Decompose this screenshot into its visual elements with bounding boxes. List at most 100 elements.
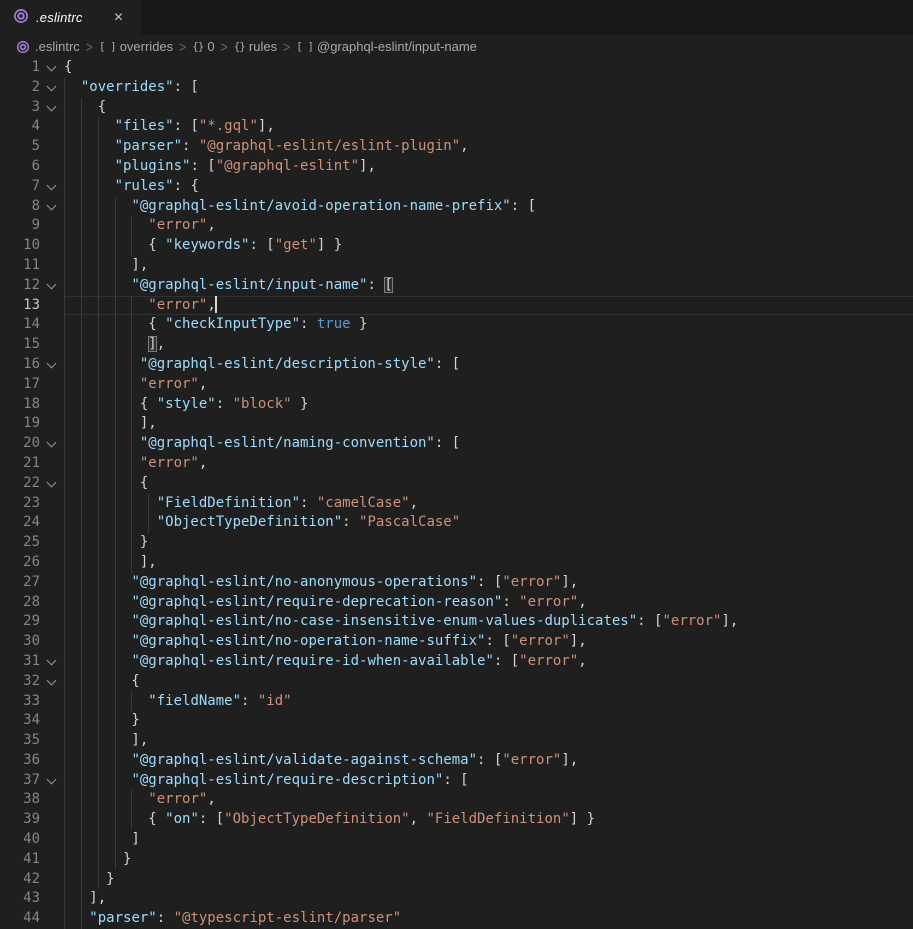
code-line[interactable]: 19 ], — [0, 414, 913, 434]
line-number[interactable]: 8 — [0, 197, 40, 217]
line-number[interactable]: 6 — [0, 157, 40, 177]
code-line[interactable]: 33 "fieldName": "id" — [0, 692, 913, 712]
code-line[interactable]: 7 "rules": { — [0, 177, 913, 197]
line-number[interactable]: 10 — [0, 236, 40, 256]
line-number[interactable]: 20 — [0, 434, 40, 454]
line-number[interactable]: 19 — [0, 414, 40, 434]
line-number[interactable]: 5 — [0, 137, 40, 157]
line-number[interactable]: 41 — [0, 850, 40, 870]
code-line[interactable]: 31 "@graphql-eslint/require-id-when-avai… — [0, 652, 913, 672]
fold-chevron-icon[interactable] — [40, 98, 64, 118]
fold-chevron-icon[interactable] — [40, 58, 64, 78]
code-line[interactable]: 42 } — [0, 870, 913, 890]
code-line[interactable]: 41 } — [0, 850, 913, 870]
code-line[interactable]: 4 "files": ["*.gql"], — [0, 117, 913, 137]
breadcrumb-item-overrides[interactable]: [ ]overrides — [99, 39, 173, 54]
line-number[interactable]: 3 — [0, 98, 40, 118]
line-number[interactable]: 33 — [0, 692, 40, 712]
code-line[interactable]: 8 "@graphql-eslint/avoid-operation-name-… — [0, 197, 913, 217]
code-line[interactable]: 35 ], — [0, 731, 913, 751]
line-number[interactable]: 2 — [0, 78, 40, 98]
line-number[interactable]: 30 — [0, 632, 40, 652]
code-line[interactable]: 13 "error", — [0, 296, 913, 316]
fold-chevron-icon[interactable] — [40, 276, 64, 296]
line-number[interactable]: 42 — [0, 870, 40, 890]
line-number[interactable]: 40 — [0, 830, 40, 850]
line-number[interactable]: 27 — [0, 573, 40, 593]
code-line[interactable]: 39 { "on": ["ObjectTypeDefinition", "Fie… — [0, 810, 913, 830]
line-number[interactable]: 7 — [0, 177, 40, 197]
code-line[interactable]: 26 ], — [0, 553, 913, 573]
line-number[interactable]: 34 — [0, 711, 40, 731]
line-number[interactable]: 29 — [0, 612, 40, 632]
code-line[interactable]: 28 "@graphql-eslint/require-deprecation-… — [0, 593, 913, 613]
line-number[interactable]: 1 — [0, 58, 40, 78]
code-line[interactable]: 10 { "keywords": ["get"] } — [0, 236, 913, 256]
code-line[interactable]: 16 "@graphql-eslint/description-style": … — [0, 355, 913, 375]
breadcrumb-item-0[interactable]: {}0 — [192, 39, 214, 54]
line-number[interactable]: 24 — [0, 513, 40, 533]
code-line[interactable]: 18 { "style": "block" } — [0, 395, 913, 415]
code-line[interactable]: 12 "@graphql-eslint/input-name": [ — [0, 276, 913, 296]
line-number[interactable]: 9 — [0, 216, 40, 236]
code-line[interactable]: 34 } — [0, 711, 913, 731]
fold-chevron-icon[interactable] — [40, 434, 64, 454]
code-line[interactable]: 25 } — [0, 533, 913, 553]
line-number[interactable]: 36 — [0, 751, 40, 771]
breadcrumb-item--eslintrc[interactable]: .eslintrc — [16, 39, 80, 54]
code-line[interactable]: 21 "error", — [0, 454, 913, 474]
line-number[interactable]: 35 — [0, 731, 40, 751]
code-line[interactable]: 37 "@graphql-eslint/require-description"… — [0, 771, 913, 791]
code-line[interactable]: 24 "ObjectTypeDefinition": "PascalCase" — [0, 513, 913, 533]
code-line[interactable]: 2 "overrides": [ — [0, 78, 913, 98]
line-number[interactable]: 25 — [0, 533, 40, 553]
code-line[interactable]: 6 "plugins": ["@graphql-eslint"], — [0, 157, 913, 177]
line-number[interactable]: 4 — [0, 117, 40, 137]
code-line[interactable]: 32 { — [0, 672, 913, 692]
code-line[interactable]: 20 "@graphql-eslint/naming-convention": … — [0, 434, 913, 454]
line-number[interactable]: 39 — [0, 810, 40, 830]
line-number[interactable]: 13 — [0, 296, 40, 316]
fold-chevron-icon[interactable] — [40, 652, 64, 672]
fold-chevron-icon[interactable] — [40, 474, 64, 494]
line-number[interactable]: 37 — [0, 771, 40, 791]
line-number[interactable]: 11 — [0, 256, 40, 276]
line-number[interactable]: 17 — [0, 375, 40, 395]
code-line[interactable]: 40 ] — [0, 830, 913, 850]
fold-chevron-icon[interactable] — [40, 197, 64, 217]
code-line[interactable]: 11 ], — [0, 256, 913, 276]
line-number[interactable]: 32 — [0, 672, 40, 692]
fold-chevron-icon[interactable] — [40, 771, 64, 791]
code-line[interactable]: 17 "error", — [0, 375, 913, 395]
code-editor[interactable]: 1{2 "overrides": [3 {4 "files": ["*.gql"… — [0, 58, 913, 929]
line-number[interactable]: 18 — [0, 395, 40, 415]
code-line[interactable]: 9 "error", — [0, 216, 913, 236]
code-line[interactable]: 14 { "checkInputType": true } — [0, 315, 913, 335]
line-number[interactable]: 21 — [0, 454, 40, 474]
code-line[interactable]: 29 "@graphql-eslint/no-case-insensitive-… — [0, 612, 913, 632]
code-line[interactable]: 27 "@graphql-eslint/no-anonymous-operati… — [0, 573, 913, 593]
line-number[interactable]: 26 — [0, 553, 40, 573]
code-line[interactable]: 43 ], — [0, 889, 913, 909]
line-number[interactable]: 28 — [0, 593, 40, 613]
line-number[interactable]: 43 — [0, 889, 40, 909]
fold-chevron-icon[interactable] — [40, 355, 64, 375]
breadcrumb-item-rules[interactable]: {}rules — [234, 39, 277, 54]
code-line[interactable]: 44 "parser": "@typescript-eslint/parser" — [0, 909, 913, 929]
breadcrumb-item--graphql-eslint-input-name[interactable]: [ ]@graphql-eslint/input-name — [296, 39, 477, 54]
code-line[interactable]: 23 "FieldDefinition": "camelCase", — [0, 494, 913, 514]
line-number[interactable]: 38 — [0, 790, 40, 810]
fold-chevron-icon[interactable] — [40, 78, 64, 98]
line-number[interactable]: 23 — [0, 494, 40, 514]
close-icon[interactable]: × — [109, 8, 129, 28]
code-line[interactable]: 22 { — [0, 474, 913, 494]
tab-eslintrc[interactable]: .eslintrc × — [0, 0, 141, 35]
line-number[interactable]: 15 — [0, 335, 40, 355]
line-number[interactable]: 12 — [0, 276, 40, 296]
fold-chevron-icon[interactable] — [40, 672, 64, 692]
line-number[interactable]: 16 — [0, 355, 40, 375]
code-line[interactable]: 1{ — [0, 58, 913, 78]
code-line[interactable]: 5 "parser": "@graphql-eslint/eslint-plug… — [0, 137, 913, 157]
code-line[interactable]: 38 "error", — [0, 790, 913, 810]
code-line[interactable]: 3 { — [0, 98, 913, 118]
